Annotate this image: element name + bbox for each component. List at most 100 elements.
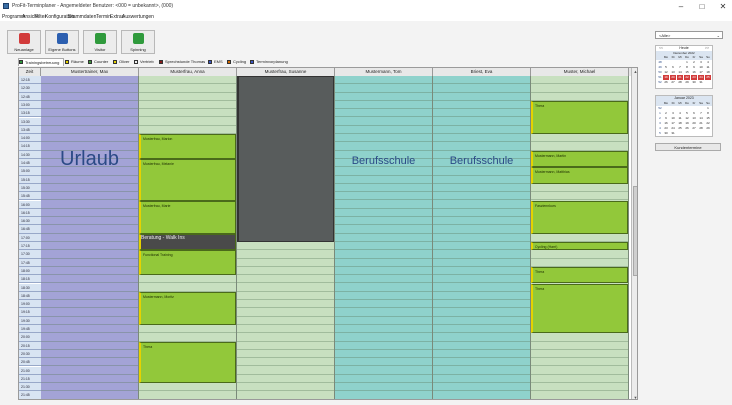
time-slot-cell[interactable] [531, 234, 628, 242]
appointment-block[interactable]: Cycling (Harri) [531, 242, 628, 251]
time-slot-cell[interactable] [41, 242, 138, 251]
day-cell[interactable]: 29 [684, 80, 690, 85]
day-cell[interactable]: 25 [677, 126, 683, 131]
time-slot-cell[interactable] [433, 209, 530, 218]
time-slot-cell[interactable] [41, 93, 138, 101]
time-slot-cell[interactable] [531, 192, 628, 201]
time-slot-cell[interactable] [335, 267, 432, 276]
time-slot-cell[interactable] [335, 84, 432, 93]
day-cell[interactable]: 25 [705, 75, 711, 80]
time-slot-cell[interactable] [237, 292, 334, 301]
time-slot-cell[interactable] [237, 383, 334, 392]
scroll-down-icon[interactable]: ▼ [632, 394, 637, 399]
time-slot-cell[interactable] [335, 201, 432, 209]
time-slot-cell[interactable] [433, 250, 530, 259]
appointment-block[interactable]: Mustermann, Moritz [139, 291, 236, 325]
appointment-block[interactable]: Musterfrau, Melanie [139, 159, 236, 201]
appointment-block[interactable]: Fasziennkurs [531, 200, 628, 234]
day-cell[interactable]: 27 [670, 80, 676, 85]
toolbar-button-0[interactable]: Neuanlage [7, 30, 41, 54]
time-slot-cell[interactable] [335, 333, 432, 342]
time-slot-cell[interactable] [41, 118, 138, 126]
time-slot-cell[interactable] [433, 391, 530, 399]
time-slot-cell[interactable] [531, 333, 628, 342]
menu-item-4[interactable]: Stammdaten [68, 14, 96, 20]
day-cell[interactable]: 29 [705, 126, 711, 131]
time-slot-cell[interactable] [237, 275, 334, 284]
time-slot-cell[interactable] [433, 217, 530, 226]
time-slot-cell[interactable] [237, 317, 334, 325]
time-slot-cell[interactable] [237, 308, 334, 317]
time-slot-cell[interactable] [433, 201, 530, 209]
time-slot-cell[interactable] [41, 250, 138, 259]
time-slot-cell[interactable] [433, 93, 530, 101]
time-slot-cell[interactable] [335, 391, 432, 399]
time-slot-cell[interactable] [139, 118, 236, 126]
time-slot-cell[interactable] [41, 176, 138, 184]
time-slot-cell[interactable] [531, 391, 628, 399]
time-slot-cell[interactable] [433, 375, 530, 384]
time-slot-cell[interactable] [41, 101, 138, 110]
time-slot-cell[interactable] [335, 93, 432, 101]
time-slot-cell[interactable] [335, 234, 432, 242]
time-slot-cell[interactable] [237, 391, 334, 399]
time-slot-cell[interactable] [433, 367, 530, 375]
time-slot-cell[interactable] [139, 126, 236, 135]
maximize-button[interactable]: □ [695, 1, 709, 12]
time-slot-cell[interactable] [139, 391, 236, 399]
time-slot-cell[interactable] [433, 76, 530, 85]
toolbar-button-2[interactable]: Visitor [83, 30, 117, 54]
time-slot-cell[interactable] [237, 300, 334, 309]
time-slot-cell[interactable] [531, 259, 628, 267]
time-slot-cell[interactable] [531, 142, 628, 151]
time-slot-cell[interactable] [237, 250, 334, 259]
time-slot-cell[interactable] [433, 134, 530, 143]
time-slot-cell[interactable] [139, 76, 236, 85]
time-slot-cell[interactable] [433, 101, 530, 110]
time-slot-cell[interactable] [531, 93, 628, 101]
column-header-3[interactable]: Mustermann, Tom [335, 68, 433, 76]
time-slot-cell[interactable] [335, 167, 432, 176]
resource-column-1[interactable]: Musterfrau, Marion Musterfrau, Melanie Mus… [139, 76, 237, 399]
time-slot-cell[interactable] [531, 383, 628, 392]
time-slot-cell[interactable] [433, 275, 530, 284]
time-slot-cell[interactable] [335, 350, 432, 359]
time-slot-cell[interactable] [335, 101, 432, 110]
time-slot-cell[interactable] [433, 225, 530, 234]
legend-tab-1[interactable]: Räume [65, 59, 87, 65]
time-slot-cell[interactable] [335, 342, 432, 350]
toolbar-button-3[interactable]: Spinning [121, 30, 155, 54]
time-slot-cell[interactable] [41, 317, 138, 325]
resource-column-2[interactable] [237, 76, 335, 399]
time-slot-cell[interactable] [237, 375, 334, 384]
time-slot-cell[interactable] [41, 184, 138, 193]
time-slot-cell[interactable] [335, 259, 432, 267]
time-slot-cell[interactable] [41, 109, 138, 118]
time-slot-cell[interactable] [237, 284, 334, 292]
time-slot-cell[interactable] [237, 259, 334, 267]
day-cell[interactable]: 28 [677, 80, 683, 85]
time-slot-cell[interactable] [531, 250, 628, 259]
legend-tab-2[interactable]: Counter [88, 59, 112, 65]
time-slot-cell[interactable] [335, 383, 432, 392]
appointment-block[interactable]: Musterfrau, Marie [139, 200, 236, 234]
appointment-block[interactable]: Mustermann, Martin [531, 150, 628, 168]
time-slot-cell[interactable] [433, 284, 530, 292]
time-slot-cell[interactable] [335, 134, 432, 143]
legend-tab-4[interactable]: Vertrieb [134, 59, 158, 65]
time-slot-cell[interactable] [237, 358, 334, 367]
time-slot-cell[interactable] [335, 300, 432, 309]
time-slot-cell[interactable] [335, 225, 432, 234]
time-slot-cell[interactable] [139, 333, 236, 342]
time-slot-cell[interactable] [335, 317, 432, 325]
time-slot-cell[interactable] [531, 76, 628, 85]
today-link[interactable]: Heute [679, 46, 688, 50]
scroll-thumb[interactable] [633, 186, 637, 276]
time-slot-cell[interactable] [139, 93, 236, 101]
time-slot-cell[interactable] [433, 300, 530, 309]
time-slot-cell[interactable] [237, 333, 334, 342]
resource-filter-select[interactable]: <Alle> ⌄ [655, 31, 723, 39]
time-slot-cell[interactable] [237, 350, 334, 359]
day-cell[interactable]: 28 [698, 126, 704, 131]
time-slot-cell[interactable] [335, 367, 432, 375]
